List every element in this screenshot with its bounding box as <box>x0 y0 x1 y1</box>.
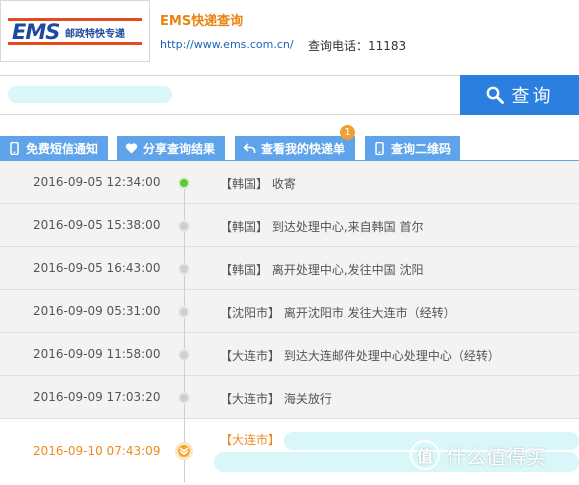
timeline-row: 2016-09-05 15:38:00 【韩国】 到达处理中心,来自韩国 首尔 <box>0 204 579 247</box>
timeline-row: 2016-09-09 05:31:00 【沈阳市】 离开沈阳市 发往大连市（经转… <box>0 290 579 333</box>
timeline-dot <box>178 263 190 275</box>
phone-icon <box>10 141 19 155</box>
timeline-row: 2016-09-09 11:58:00 【大连市】 到达大连邮件处理中心处理中心… <box>0 333 579 376</box>
event-description: 【沈阳市】 离开沈阳市 发往大连市（经转） <box>220 306 456 320</box>
event-time: 2016-09-05 15:38:00 <box>33 218 161 232</box>
logo-ems-text: EMS <box>12 20 60 44</box>
chevron-down-icon <box>179 447 189 455</box>
notification-badge: 1 <box>340 125 355 140</box>
timeline-dot <box>178 220 190 232</box>
my-orders-button[interactable]: 查看我的快递单 <box>235 136 355 160</box>
event-description: 【韩国】 离开处理中心,发往中国 沈阳 <box>220 263 424 277</box>
page-title: EMS快递查询 <box>160 14 244 29</box>
timeline-row: 2016-09-05 12:34:00 【韩国】 收寄 <box>0 161 579 204</box>
timeline-row: 2016-09-05 16:43:00 【韩国】 离开处理中心,发往中国 沈阳 <box>0 247 579 290</box>
timeline-dot <box>178 306 190 318</box>
event-description: 【韩国】 收寄 <box>220 177 296 191</box>
sms-notify-button[interactable]: 免费短信通知 <box>0 136 108 160</box>
logo-cn-text: 邮政特快专递 <box>65 29 125 40</box>
watermark-logo-icon: 值 <box>410 440 440 470</box>
event-description: 【韩国】 到达处理中心,来自韩国 首尔 <box>220 220 424 234</box>
phone-info: 查询电话：11183 <box>308 39 407 53</box>
watermark: 值 什么值得买 <box>410 440 546 470</box>
event-time: 2016-09-05 16:43:00 <box>33 261 161 275</box>
search-bar: 查询 <box>0 75 579 115</box>
share-result-label: 分享查询结果 <box>143 141 216 156</box>
sms-notify-label: 免费短信通知 <box>26 141 99 156</box>
ems-logo[interactable]: EMS 邮政特快专递 <box>0 0 150 62</box>
event-time: 2016-09-05 12:34:00 <box>33 175 161 189</box>
event-description: 【大连市】 <box>220 433 281 447</box>
event-time: 2016-09-09 11:58:00 <box>33 347 161 361</box>
heart-icon <box>125 142 138 153</box>
back-arrow-icon <box>243 142 256 153</box>
event-description: 【大连市】 到达大连邮件处理中心处理中心（经转） <box>220 349 500 363</box>
page-header: EMS 邮政特快专递 EMS快递查询 http://www.ems.com.cn… <box>0 0 579 75</box>
tracking-number-input[interactable] <box>0 76 460 114</box>
qr-code-label: 查询二维码 <box>391 141 452 156</box>
site-link[interactable]: http://www.ems.com.cn/ <box>160 38 294 51</box>
event-time: 2016-09-09 17:03:20 <box>33 390 161 404</box>
my-orders-label: 查看我的快递单 <box>261 141 346 156</box>
search-icon <box>486 86 504 104</box>
event-description: 【大连市】 海关放行 <box>220 392 332 406</box>
watermark-text: 什么值得买 <box>446 444 546 469</box>
event-time: 2016-09-10 07:43:09 <box>33 444 161 458</box>
timeline-row: 2016-09-09 17:03:20 【大连市】 海关放行 <box>0 376 579 419</box>
timeline-dot-current <box>175 442 193 460</box>
search-button[interactable]: 查询 <box>460 75 579 115</box>
timeline-dot <box>178 392 190 404</box>
search-button-label: 查询 <box>511 86 554 107</box>
phone-icon <box>375 141 384 155</box>
timeline-dot-start <box>178 177 190 189</box>
redacted-tracking-number <box>8 86 172 103</box>
timeline-dot <box>178 349 190 361</box>
action-bar: 免费短信通知 分享查询结果 查看我的快递单 查询二维码 <box>0 136 579 160</box>
share-result-button[interactable]: 分享查询结果 <box>117 136 225 160</box>
event-time: 2016-09-09 05:31:00 <box>33 304 161 318</box>
qr-code-button[interactable]: 查询二维码 <box>365 136 460 160</box>
